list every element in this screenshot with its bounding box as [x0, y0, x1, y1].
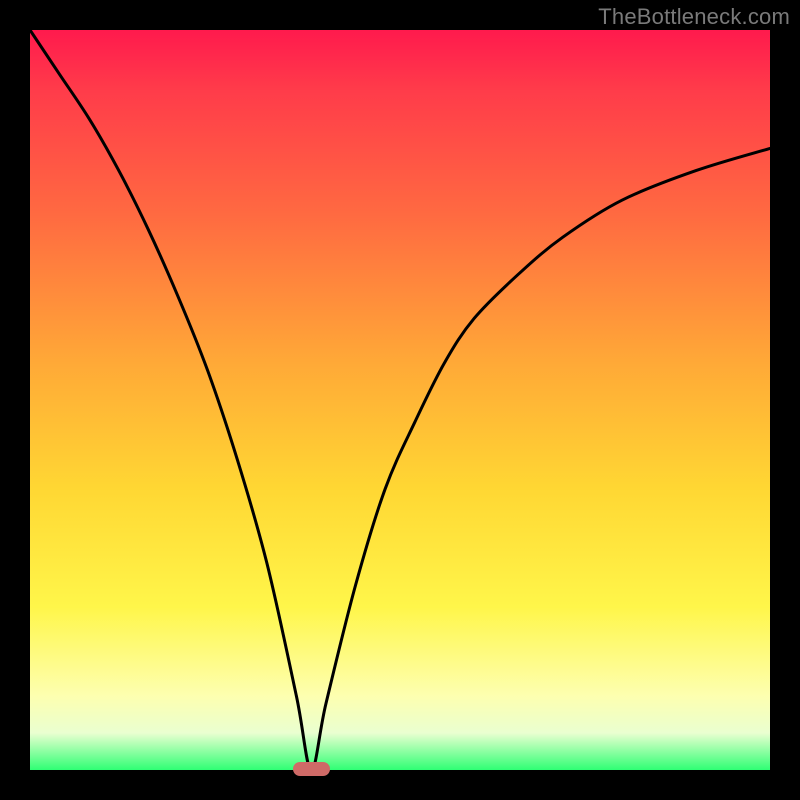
plot-area	[30, 30, 770, 770]
bottleneck-curve	[30, 30, 770, 770]
minimum-marker	[293, 762, 330, 776]
watermark-text: TheBottleneck.com	[598, 4, 790, 30]
outer-frame: TheBottleneck.com	[0, 0, 800, 800]
